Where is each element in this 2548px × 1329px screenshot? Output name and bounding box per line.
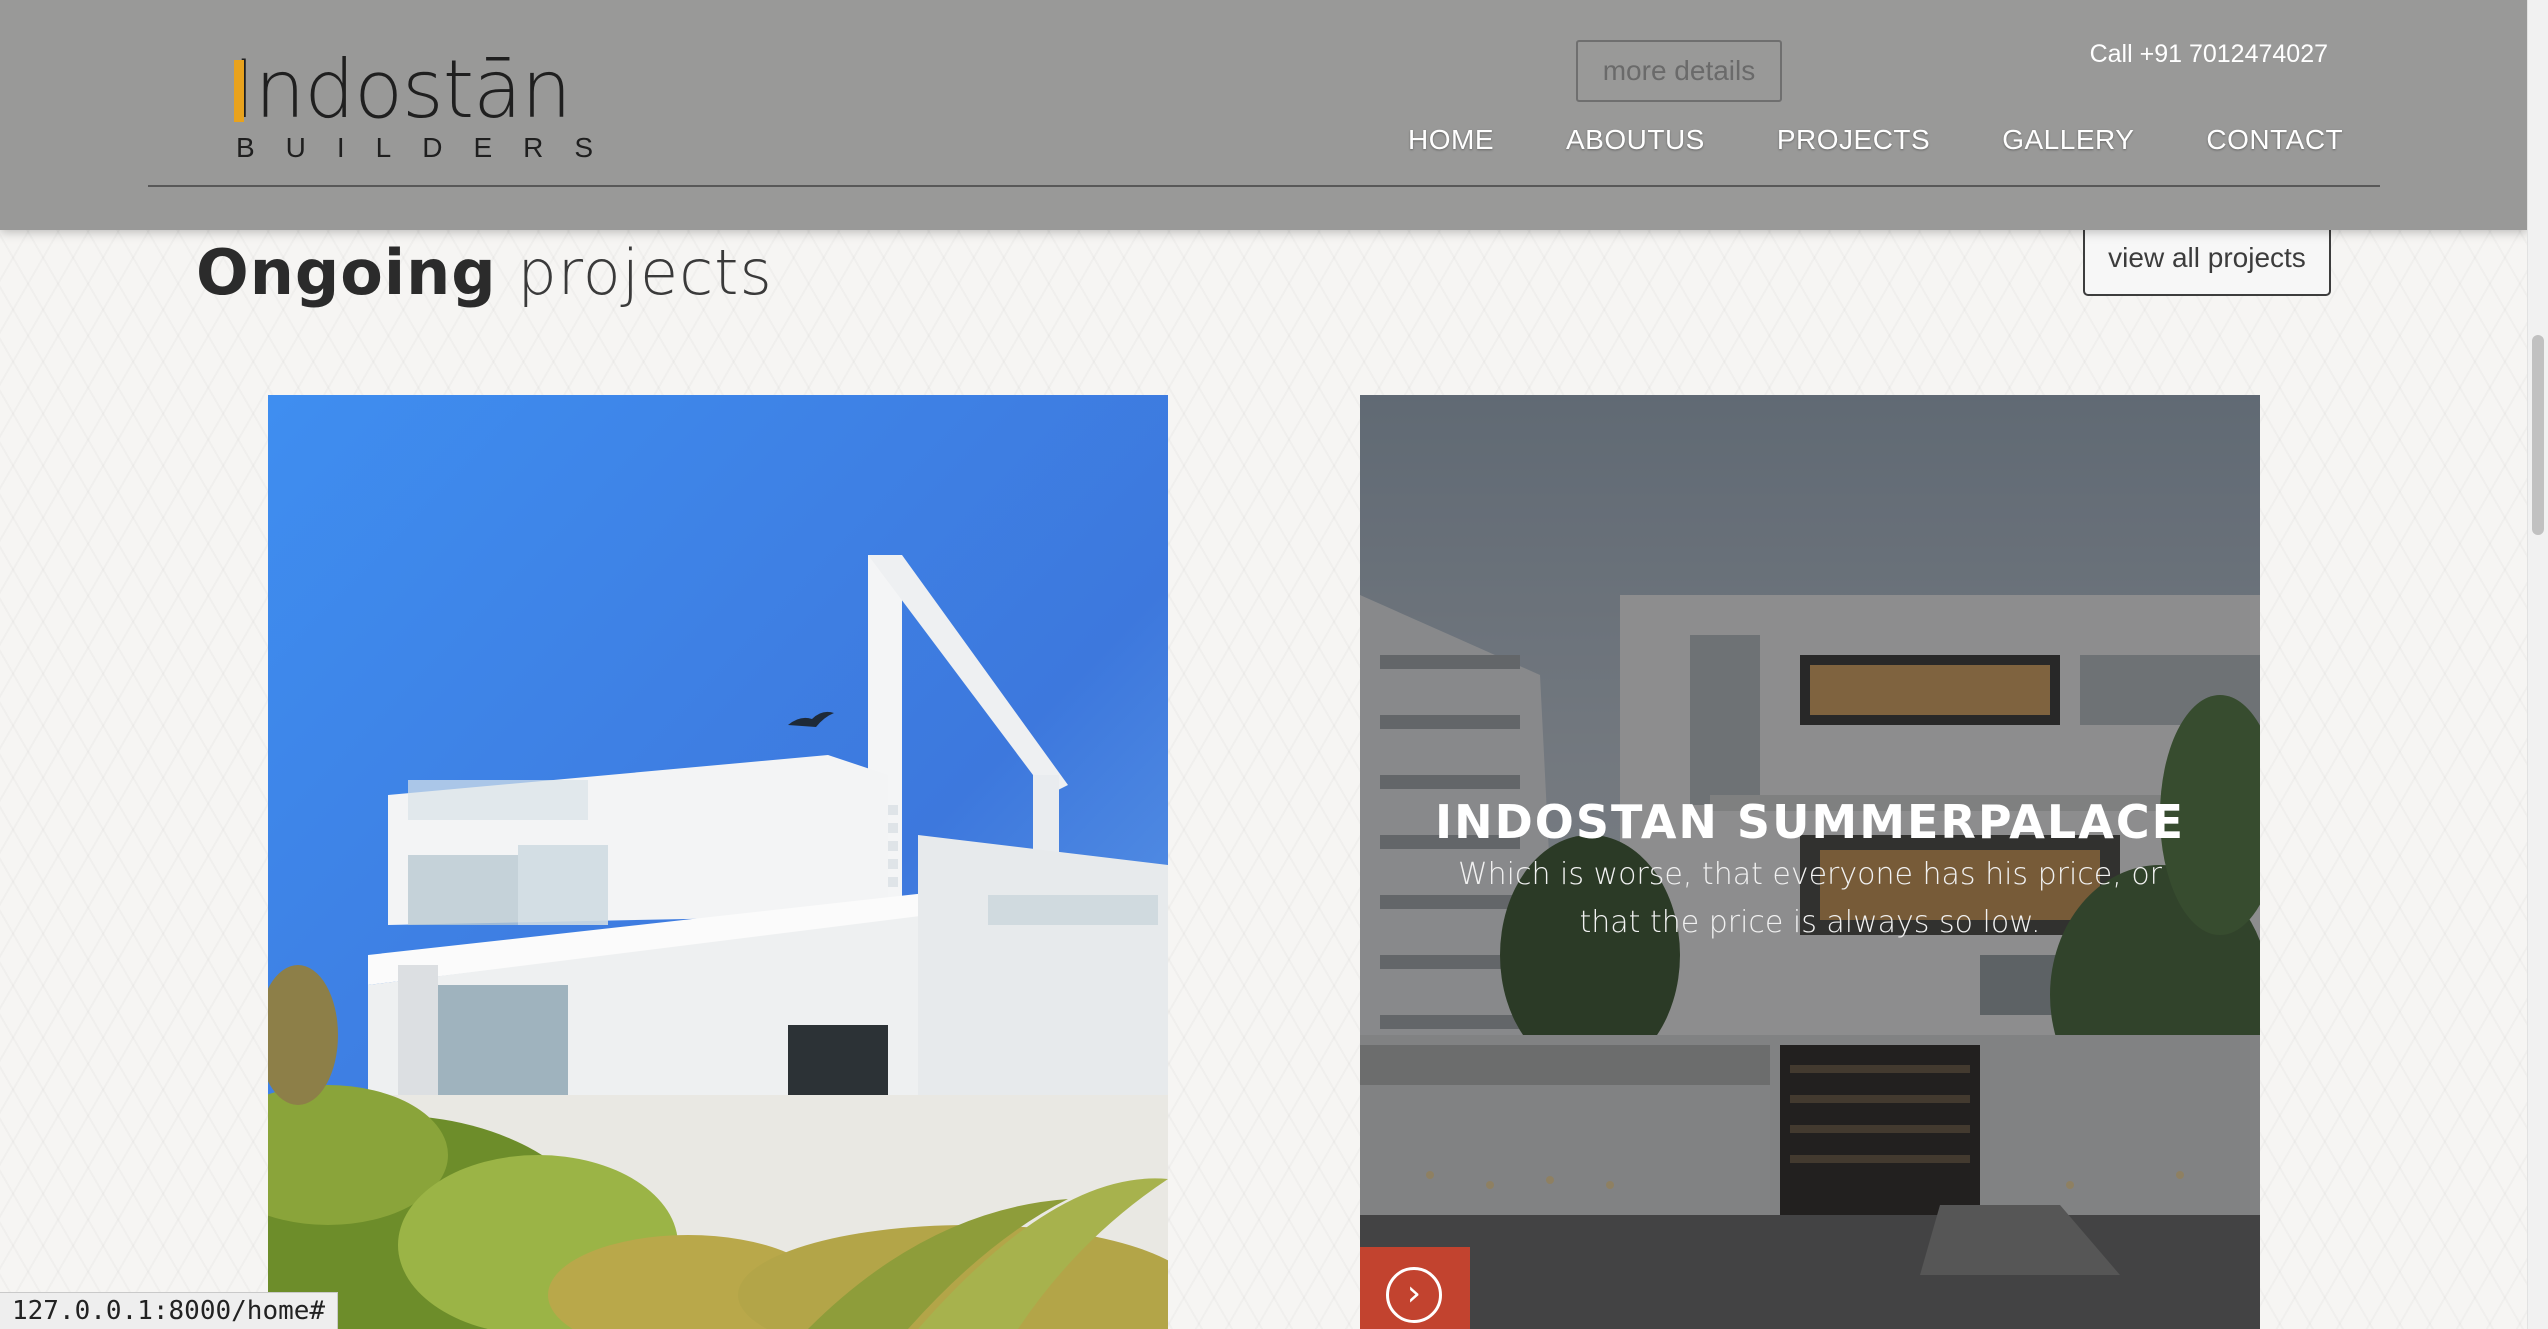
page-scrollbar[interactable] [2527, 0, 2548, 1329]
section-title: Ongoing projects [196, 236, 773, 309]
project-card-villa[interactable] [268, 395, 1168, 1329]
site-header: Indostān BUILDERS more details Call +91 … [0, 0, 2528, 230]
logo-subtext: BUILDERS [236, 132, 625, 163]
phone-number[interactable]: Call +91 7012474027 [2090, 40, 2328, 69]
nav-projects[interactable]: PROJECTS [1777, 124, 1930, 156]
villa-photo [268, 395, 1168, 1329]
chevron-right-circle-icon: › [1386, 1267, 1442, 1323]
nav-gallery[interactable]: GALLERY [2002, 124, 2134, 156]
scrollbar-thumb[interactable] [2532, 335, 2544, 535]
logo-wordmark: Indostān [232, 43, 572, 136]
main-nav: HOME ABOUTUS PROJECTS GALLERY CONTACT [1408, 124, 2343, 156]
view-all-projects-button[interactable]: view all projects [2083, 220, 2331, 296]
project-details-button[interactable]: › [1360, 1247, 1470, 1329]
nav-contact[interactable]: CONTACT [2206, 124, 2343, 156]
logo-accent-bar [234, 60, 244, 122]
project-title: INDOSTAN SUMMERPALACE [1434, 795, 2185, 849]
section-title-light: projects [517, 236, 773, 309]
browser-status-url: 127.0.0.1:8000/home# [0, 1292, 339, 1329]
nav-aboutus[interactable]: ABOUTUS [1566, 124, 1705, 156]
more-details-button[interactable]: more details [1576, 40, 1782, 102]
nav-home[interactable]: HOME [1408, 124, 1494, 156]
project-card-summerpalace[interactable]: INDOSTAN SUMMERPALACE Which is worse, th… [1360, 395, 2260, 1329]
project-description: Which is worse, that everyone has his pr… [1457, 857, 2163, 940]
header-divider [148, 185, 2380, 187]
section-title-bold: Ongoing [196, 236, 497, 309]
logo[interactable]: Indostān BUILDERS [232, 43, 593, 165]
